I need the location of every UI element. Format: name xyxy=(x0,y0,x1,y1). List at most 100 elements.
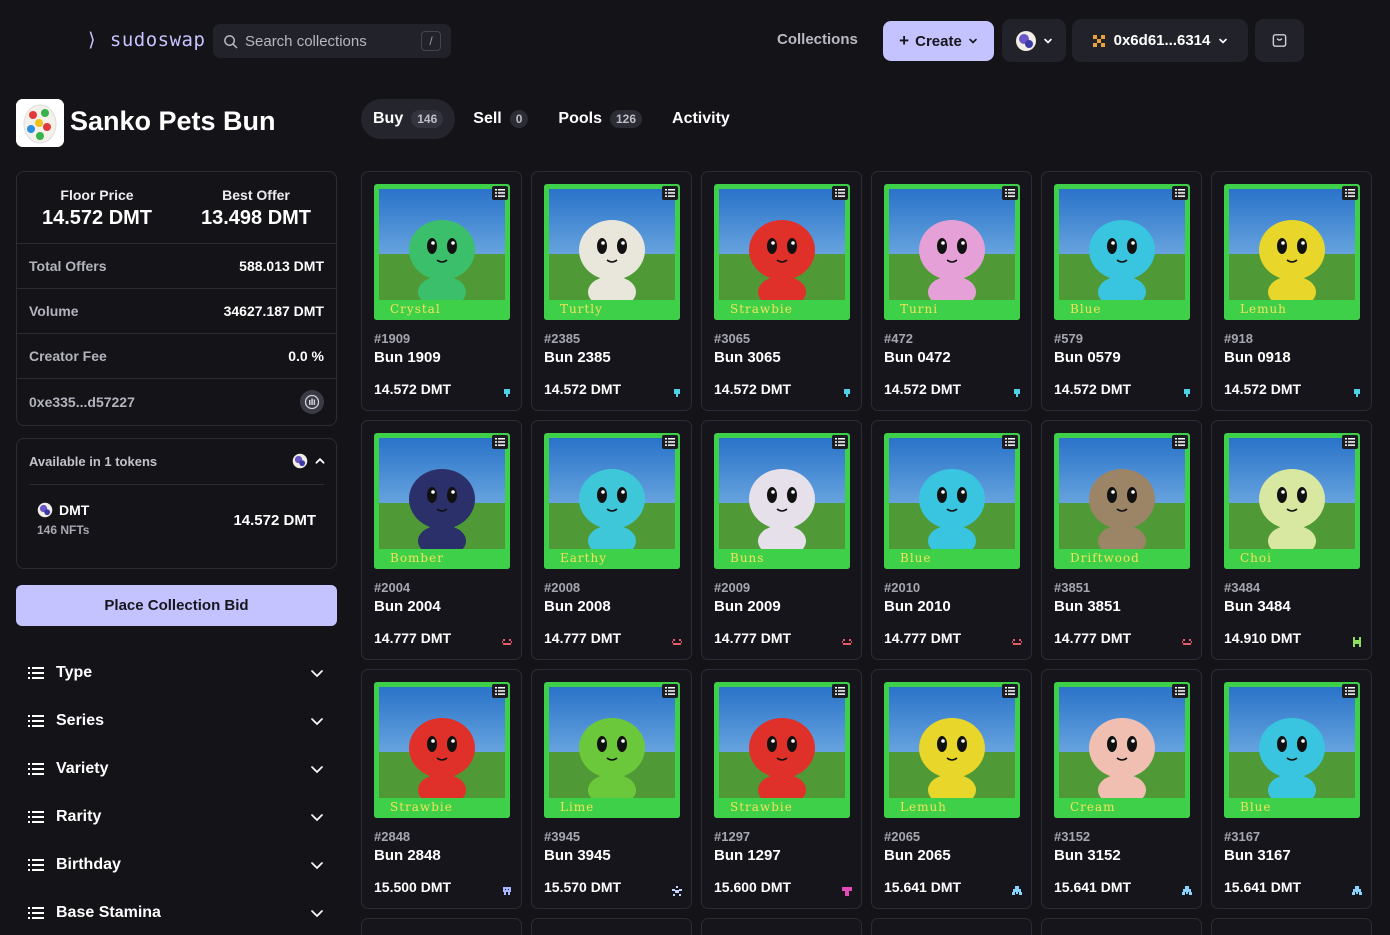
nft-details-icon[interactable] xyxy=(832,684,848,698)
nft-image[interactable]: Driftwood xyxy=(1054,433,1190,569)
nft-card[interactable]: Strawbie #2848 Bun 2848 15.500 DMT xyxy=(361,669,522,909)
nft-details-icon[interactable] xyxy=(1002,435,1018,449)
nft-card[interactable]: Blue #3167 Bun 3167 15.641 DMT xyxy=(1211,669,1372,909)
stat-row-creator-fee: Creator Fee 0.0 % xyxy=(17,334,336,379)
nft-image[interactable]: Choi xyxy=(1224,433,1360,569)
nft-details-icon[interactable] xyxy=(1172,684,1188,698)
tab-activity[interactable]: Activity xyxy=(660,99,742,139)
nft-card[interactable] xyxy=(701,918,862,935)
nft-image[interactable]: Cream xyxy=(1054,682,1190,818)
face-icon xyxy=(842,634,852,645)
nft-card[interactable]: Choi #3484 Bun 3484 14.910 DMT xyxy=(1211,420,1372,660)
face-icon xyxy=(502,634,512,645)
tab-pools[interactable]: Pools 126 xyxy=(546,99,654,139)
nft-details-icon[interactable] xyxy=(832,186,848,200)
nft-price: 14.777 DMT xyxy=(714,630,792,646)
filter-variety[interactable]: Variety xyxy=(16,745,337,793)
nft-details-icon[interactable] xyxy=(1002,684,1018,698)
nft-image[interactable]: Strawbie xyxy=(714,184,850,320)
nft-card[interactable]: Lemuh #2065 Bun 2065 15.641 DMT xyxy=(871,669,1032,909)
nft-details-icon[interactable] xyxy=(492,435,508,449)
nft-card[interactable]: Lemuh #918 Bun 0918 14.572 DMT xyxy=(1211,171,1372,411)
nft-details-icon[interactable] xyxy=(1342,186,1358,200)
nft-image[interactable]: Lemuh xyxy=(884,682,1020,818)
nft-image[interactable]: Lime xyxy=(544,682,680,818)
nft-image[interactable]: Bomber xyxy=(374,433,510,569)
nft-image[interactable]: Turni xyxy=(884,184,1020,320)
nft-image[interactable]: Blue xyxy=(884,433,1020,569)
nft-card[interactable]: Lime #3945 Bun 3945 15.570 DMT xyxy=(531,669,692,909)
nft-image[interactable]: Buns xyxy=(714,433,850,569)
nft-price: 15.641 DMT xyxy=(1224,879,1302,895)
nft-details-icon[interactable] xyxy=(1172,186,1188,200)
nft-price: 14.777 DMT xyxy=(544,630,622,646)
nft-token-id: #2385 xyxy=(544,331,581,346)
wallet-button[interactable]: 0x6d61...6314 xyxy=(1072,19,1248,62)
filter-birthday[interactable]: Birthday xyxy=(16,841,337,889)
nft-details-icon[interactable] xyxy=(662,435,678,449)
list-icon xyxy=(28,667,44,679)
nft-card[interactable] xyxy=(1211,918,1372,935)
nav-collections-link[interactable]: Collections xyxy=(777,31,858,48)
nft-image[interactable]: Strawbie xyxy=(714,682,850,818)
tab-sell[interactable]: Sell 0 xyxy=(461,99,540,139)
nft-card[interactable] xyxy=(871,918,1032,935)
nft-card[interactable] xyxy=(1041,918,1202,935)
nft-card[interactable]: Driftwood #3851 Bun 3851 14.777 DMT xyxy=(1041,420,1202,660)
nft-image[interactable]: Blue xyxy=(1054,184,1190,320)
nft-card[interactable] xyxy=(361,918,522,935)
sudoswap-logo[interactable]: ⟩ sudoswap ⟨ xyxy=(86,29,229,51)
nft-details-icon[interactable] xyxy=(492,186,508,200)
nft-details-icon[interactable] xyxy=(832,435,848,449)
nft-token-id: #1297 xyxy=(714,829,751,844)
nft-card[interactable]: Buns #2009 Bun 2009 14.777 DMT xyxy=(701,420,862,660)
chain-selector[interactable] xyxy=(1002,19,1066,62)
nft-details-icon[interactable] xyxy=(1342,684,1358,698)
nft-details-icon[interactable] xyxy=(1172,435,1188,449)
nft-name: Bun 3851 xyxy=(1054,598,1121,615)
nft-image[interactable]: Crystal xyxy=(374,184,510,320)
nft-card[interactable]: Bomber #2004 Bun 2004 14.777 DMT xyxy=(361,420,522,660)
nft-details-icon[interactable] xyxy=(492,684,508,698)
nft-name: Bun 3167 xyxy=(1224,847,1291,864)
nft-image-label: Blue xyxy=(1240,800,1272,814)
search-input[interactable]: Search collections / xyxy=(213,24,451,58)
nft-image[interactable]: Earthy xyxy=(544,433,680,569)
nft-image[interactable]: Strawbie xyxy=(374,682,510,818)
nft-details-icon[interactable] xyxy=(662,186,678,200)
top-bar: ⟩ sudoswap ⟨ Search collections / Collec… xyxy=(0,0,1390,82)
create-button[interactable]: + Create xyxy=(883,21,994,61)
chevron-down-icon xyxy=(311,718,323,726)
nft-details-icon[interactable] xyxy=(1342,435,1358,449)
nft-details-icon[interactable] xyxy=(662,684,678,698)
nft-image-label: Earthy xyxy=(560,551,607,565)
nft-details-icon[interactable] xyxy=(1002,186,1018,200)
nft-image-label: Driftwood xyxy=(1070,551,1140,565)
nft-card[interactable]: Strawbie #3065 Bun 3065 14.572 DMT xyxy=(701,171,862,411)
explorer-icon[interactable] xyxy=(300,389,324,414)
chevron-up-icon[interactable] xyxy=(314,455,326,467)
nft-image[interactable]: Turtly xyxy=(544,184,680,320)
place-collection-bid-button[interactable]: Place Collection Bid xyxy=(16,585,337,626)
contract-address-link[interactable]: 0xe335...d57227 xyxy=(29,394,135,410)
filter-type[interactable]: Type xyxy=(16,649,337,697)
tab-buy[interactable]: Buy 146 xyxy=(361,99,456,139)
nft-price: 15.500 DMT xyxy=(374,879,452,895)
nft-card[interactable]: Turni #472 Bun 0472 14.572 DMT xyxy=(871,171,1032,411)
cart-button[interactable] xyxy=(1255,19,1304,62)
nft-card[interactable]: Earthy #2008 Bun 2008 14.777 DMT xyxy=(531,420,692,660)
nft-card[interactable]: Crystal #1909 Bun 1909 14.572 DMT xyxy=(361,171,522,411)
nft-card[interactable]: Turtly #2385 Bun 2385 14.572 DMT xyxy=(531,171,692,411)
nft-card[interactable]: Cream #3152 Bun 3152 15.641 DMT xyxy=(1041,669,1202,909)
nft-image[interactable]: Blue xyxy=(1224,682,1360,818)
filter-rarity[interactable]: Rarity xyxy=(16,793,337,841)
nft-image[interactable]: Lemuh xyxy=(1224,184,1360,320)
nft-card[interactable]: Blue #579 Bun 0579 14.572 DMT xyxy=(1041,171,1202,411)
filter-series[interactable]: Series xyxy=(16,697,337,745)
nft-token-id: #918 xyxy=(1224,331,1253,346)
nft-card[interactable]: Strawbie #1297 Bun 1297 15.600 DMT xyxy=(701,669,862,909)
nft-card[interactable] xyxy=(531,918,692,935)
stat-label: Total Offers xyxy=(29,258,107,274)
nft-card[interactable]: Blue #2010 Bun 2010 14.777 DMT xyxy=(871,420,1032,660)
filter-base-stamina[interactable]: Base Stamina xyxy=(16,889,337,935)
